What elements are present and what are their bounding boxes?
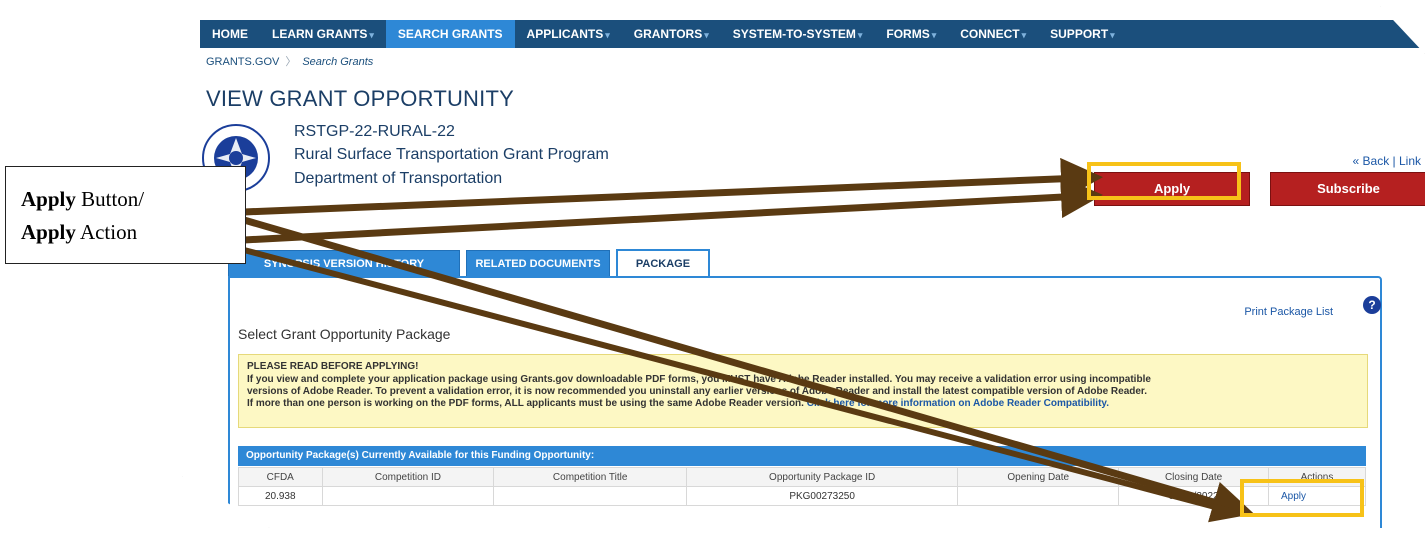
callout-line-1: Apply Button/	[21, 183, 144, 216]
highlight-apply-button	[1087, 162, 1241, 200]
callout-rest-1: Button/	[75, 187, 145, 211]
arrow-to-apply-action-2	[243, 247, 1235, 515]
callout-arrows	[243, 157, 1255, 523]
callout-bold-1: Apply	[21, 187, 76, 211]
arrow-mid-to-apply-button	[243, 176, 1103, 244]
callout-text: Apply Button/ Apply Action	[21, 183, 144, 249]
arrow-top-to-apply-button	[243, 157, 1103, 216]
callout-rest-2: Action	[75, 220, 138, 244]
arrow-to-apply-action	[243, 216, 1255, 523]
callout-line-2: Apply Action	[21, 216, 144, 249]
highlight-apply-action	[1240, 479, 1364, 517]
callout-bold-2: Apply	[21, 220, 76, 244]
